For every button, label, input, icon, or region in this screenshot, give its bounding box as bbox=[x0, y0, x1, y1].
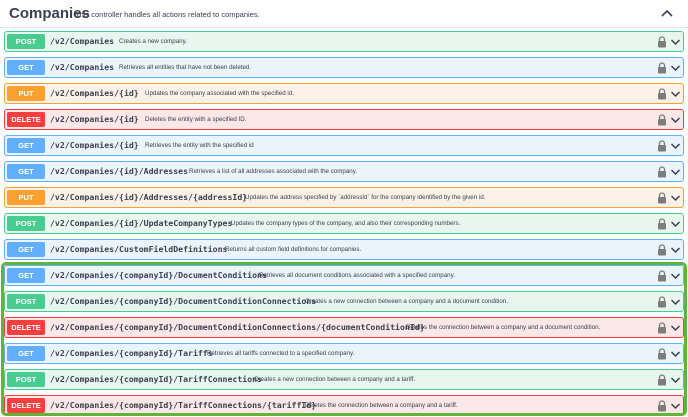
operation-path: /v2/Companies/CustomFieldDefinitions bbox=[50, 244, 228, 254]
chevron-down-icon[interactable] bbox=[670, 90, 681, 98]
operation-summary: Retrieves all entities that have not bee… bbox=[119, 64, 252, 71]
operation-get-custom-field-definitions[interactable]: GET /v2/Companies/CustomFieldDefinitions… bbox=[4, 239, 684, 260]
operation-path: /v2/Companies/{id} bbox=[50, 88, 139, 98]
operation-summary: Deletes the connection between a company… bbox=[406, 324, 601, 331]
chevron-down-icon[interactable] bbox=[670, 350, 681, 358]
operation-path: /v2/Companies/{companyId}/TariffConnecti… bbox=[50, 374, 262, 384]
operation-get-document-conditions[interactable]: GET /v2/Companies/{companyId}/DocumentCo… bbox=[4, 265, 684, 286]
method-badge: POST bbox=[7, 294, 45, 309]
operation-post-companies[interactable]: POST /v2/Companies Creates a new company… bbox=[4, 31, 684, 52]
operation-summary: Creates a new connection between a compa… bbox=[254, 376, 416, 383]
method-badge: PUT bbox=[7, 190, 45, 205]
lock-icon[interactable] bbox=[657, 218, 667, 230]
operation-summary: Retrieves all tariffs connected to a spe… bbox=[207, 350, 355, 357]
chevron-down-icon[interactable] bbox=[670, 194, 681, 202]
chevron-down-icon[interactable] bbox=[670, 376, 681, 384]
method-badge: POST bbox=[7, 216, 45, 231]
chevron-down-icon[interactable] bbox=[670, 168, 681, 176]
chevron-down-icon[interactable] bbox=[670, 220, 681, 228]
operation-path: /v2/Companies/{id}/Addresses/{addressId} bbox=[50, 192, 248, 202]
method-badge: GET bbox=[7, 60, 45, 75]
operation-get-tariffs[interactable]: GET /v2/Companies/{companyId}/Tariffs Re… bbox=[4, 343, 684, 364]
lock-icon[interactable] bbox=[657, 114, 667, 126]
operation-path: /v2/Companies/{companyId}/Tariffs bbox=[50, 348, 213, 358]
operation-post-document-condition-connections[interactable]: POST /v2/Companies/{companyId}/DocumentC… bbox=[4, 291, 684, 312]
chevron-down-icon[interactable] bbox=[670, 402, 681, 410]
method-badge: PUT bbox=[7, 86, 45, 101]
lock-icon[interactable] bbox=[657, 36, 667, 48]
lock-icon[interactable] bbox=[657, 400, 667, 412]
operation-summary: Updates the company types of the company… bbox=[231, 220, 461, 227]
method-badge: DELETE bbox=[7, 320, 45, 335]
operation-post-tariff-connections[interactable]: POST /v2/Companies/{companyId}/TariffCon… bbox=[4, 369, 684, 390]
operation-summary: Updates the company associated with the … bbox=[145, 90, 294, 97]
operation-summary: Deletes the connection between a company… bbox=[305, 402, 458, 409]
chevron-down-icon[interactable] bbox=[670, 64, 681, 72]
method-badge: POST bbox=[7, 372, 45, 387]
method-badge: GET bbox=[7, 164, 45, 179]
operation-path: /v2/Companies/{companyId}/DocumentCondit… bbox=[50, 296, 317, 306]
tag-description: This controller handles all actions rela… bbox=[75, 10, 260, 19]
chevron-down-icon[interactable] bbox=[670, 324, 681, 332]
lock-icon[interactable] bbox=[657, 296, 667, 308]
method-badge: GET bbox=[7, 138, 45, 153]
lock-icon[interactable] bbox=[657, 140, 667, 152]
chevron-down-icon[interactable] bbox=[670, 298, 681, 306]
operation-path: /v2/Companies bbox=[50, 62, 115, 72]
method-badge: POST bbox=[7, 34, 45, 49]
operation-summary: Retrieves a list of all addresses associ… bbox=[189, 168, 358, 175]
operation-summary: Creates a new company. bbox=[119, 38, 187, 45]
operation-path: /v2/Companies bbox=[50, 36, 115, 46]
lock-icon[interactable] bbox=[657, 244, 667, 256]
chevron-down-icon[interactable] bbox=[670, 116, 681, 124]
operation-put-company-by-id[interactable]: PUT /v2/Companies/{id} Updates the compa… bbox=[4, 83, 684, 104]
operation-get-company-by-id[interactable]: GET /v2/Companies/{id} Retrieves the ent… bbox=[4, 135, 684, 156]
operation-delete-document-condition-connection[interactable]: DELETE /v2/Companies/{companyId}/Documen… bbox=[4, 317, 684, 338]
operation-path: /v2/Companies/{companyId}/DocumentCondit… bbox=[50, 270, 267, 280]
method-badge: DELETE bbox=[7, 398, 45, 413]
lock-icon[interactable] bbox=[657, 348, 667, 360]
operation-summary: Creates a new connection between a compa… bbox=[305, 298, 508, 305]
operation-summary: Deletes the entity with a specified ID. bbox=[145, 116, 247, 123]
chevron-up-icon[interactable] bbox=[660, 7, 674, 19]
operation-summary: Retrieves the entity with the specified … bbox=[145, 142, 254, 149]
operation-path: /v2/Companies/{companyId}/DocumentCondit… bbox=[50, 322, 425, 332]
operation-path: /v2/Companies/{id}/Addresses bbox=[50, 166, 189, 176]
method-badge: GET bbox=[7, 268, 45, 283]
chevron-down-icon[interactable] bbox=[670, 272, 681, 280]
method-badge: GET bbox=[7, 346, 45, 361]
lock-icon[interactable] bbox=[657, 374, 667, 386]
chevron-down-icon[interactable] bbox=[670, 38, 681, 46]
operation-path: /v2/Companies/{id} bbox=[50, 140, 139, 150]
operation-get-companies[interactable]: GET /v2/Companies Retrieves all entities… bbox=[4, 57, 684, 78]
chevron-down-icon[interactable] bbox=[670, 246, 681, 254]
operation-summary: Updates the address specified by `addres… bbox=[245, 194, 486, 201]
operation-path: /v2/Companies/{id}/UpdateCompanyTypes bbox=[50, 218, 233, 228]
method-badge: GET bbox=[7, 242, 45, 257]
lock-icon[interactable] bbox=[657, 166, 667, 178]
operation-path: /v2/Companies/{id} bbox=[50, 114, 139, 124]
lock-icon[interactable] bbox=[657, 322, 667, 334]
operation-post-update-company-types[interactable]: POST /v2/Companies/{id}/UpdateCompanyTyp… bbox=[4, 213, 684, 234]
tag-header[interactable]: Companies This controller handles all ac… bbox=[0, 0, 688, 28]
operation-put-company-address[interactable]: PUT /v2/Companies/{id}/Addresses/{addres… bbox=[4, 187, 684, 208]
chevron-down-icon[interactable] bbox=[670, 142, 681, 150]
operation-delete-tariff-connection[interactable]: DELETE /v2/Companies/{companyId}/TariffC… bbox=[4, 395, 684, 416]
operation-summary: Retrieves all document conditions associ… bbox=[259, 272, 455, 279]
method-badge: DELETE bbox=[7, 112, 45, 127]
operation-get-company-addresses[interactable]: GET /v2/Companies/{id}/Addresses Retriev… bbox=[4, 161, 684, 182]
lock-icon[interactable] bbox=[657, 62, 667, 74]
operation-delete-company-by-id[interactable]: DELETE /v2/Companies/{id} Deletes the en… bbox=[4, 109, 684, 130]
operation-summary: Returns all custom field definitions for… bbox=[225, 246, 362, 253]
lock-icon[interactable] bbox=[657, 270, 667, 282]
lock-icon[interactable] bbox=[657, 88, 667, 100]
lock-icon[interactable] bbox=[657, 192, 667, 204]
operation-path: /v2/Companies/{companyId}/TariffConnecti… bbox=[50, 400, 317, 410]
